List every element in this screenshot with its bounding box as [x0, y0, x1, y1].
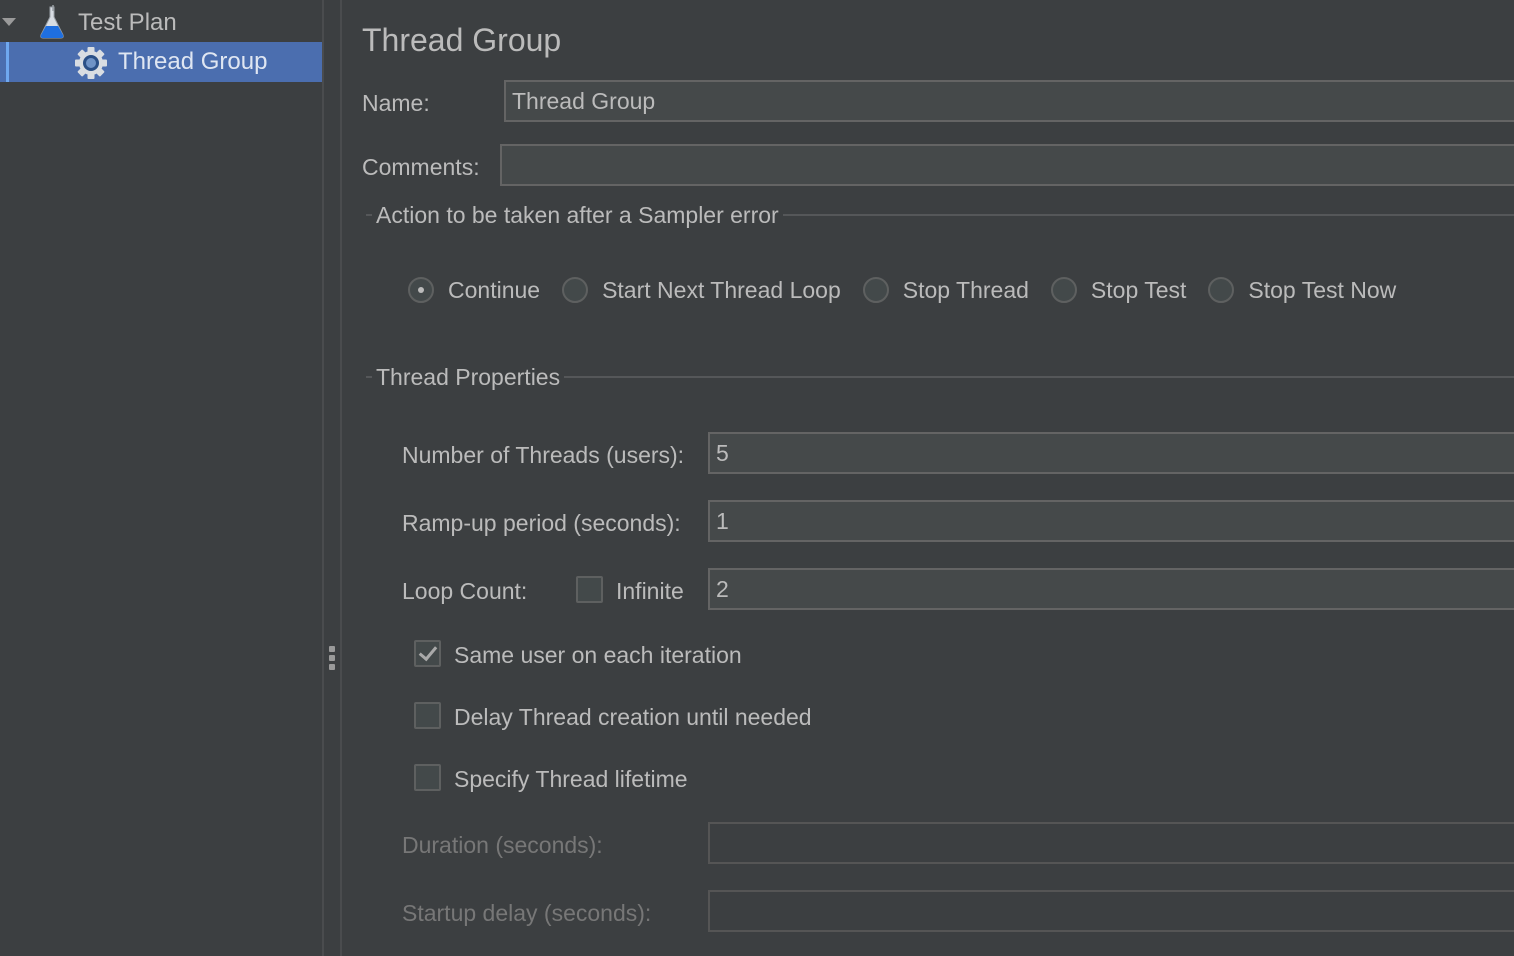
radio-button-icon[interactable]: [1050, 277, 1077, 303]
test-plan-tree: Test Plan Thread Group: [0, 0, 323, 956]
sampler-error-options: Continue Start Next Thread Loop Stop Thr…: [408, 272, 1418, 308]
expand-toggle-icon[interactable]: [2, 18, 16, 26]
num-threads-input[interactable]: [708, 432, 1514, 474]
delay-creation-checkbox[interactable]: [414, 702, 441, 729]
comments-input[interactable]: [500, 144, 1514, 186]
num-threads-label: Number of Threads (users):: [402, 442, 685, 468]
radio-button-icon[interactable]: [408, 277, 434, 303]
radio-button-icon[interactable]: [562, 277, 589, 303]
sampler-error-group-title: Action to be taken after a Sampler error: [372, 202, 783, 229]
radio-start-next-thread-loop[interactable]: Start Next Thread Loop: [562, 277, 841, 304]
specify-lifetime-label: Specify Thread lifetime: [454, 766, 688, 792]
radio-label: Stop Test: [1090, 276, 1187, 303]
infinite-label: Infinite: [616, 578, 684, 604]
same-user-checkbox[interactable]: [414, 640, 441, 667]
radio-stop-test[interactable]: Stop Test: [1050, 276, 1187, 304]
thread-properties-group-title: Thread Properties: [372, 364, 565, 391]
radio-button-icon[interactable]: [862, 277, 889, 303]
loop-count-input[interactable]: [708, 568, 1514, 610]
infinite-checkbox[interactable]: [576, 576, 603, 603]
splitter-handle[interactable]: [328, 646, 336, 676]
name-label: Name:: [362, 90, 430, 116]
gear-icon: [75, 47, 107, 79]
radio-continue[interactable]: Continue: [408, 277, 540, 304]
radio-label: Stop Test Now: [1248, 276, 1397, 303]
radio-stop-thread[interactable]: Stop Thread: [862, 276, 1029, 304]
tree-node-thread-group[interactable]: Thread Group: [0, 42, 322, 82]
tree-label-test-plan: Test Plan: [78, 9, 177, 36]
radio-stop-test-now[interactable]: Stop Test Now: [1208, 277, 1396, 304]
radio-button-icon[interactable]: [1208, 277, 1235, 303]
specify-lifetime-checkbox[interactable]: [414, 764, 441, 791]
ramp-up-label: Ramp-up period (seconds):: [402, 510, 681, 536]
delay-creation-label: Delay Thread creation until needed: [454, 704, 812, 730]
comments-label: Comments:: [362, 154, 480, 180]
radio-label: Stop Thread: [902, 276, 1029, 303]
same-user-label: Same user on each iteration: [454, 642, 742, 668]
flask-icon: [40, 5, 64, 39]
duration-label: Duration (seconds):: [402, 832, 603, 858]
startup-delay-input[interactable]: [708, 890, 1514, 932]
ramp-up-input[interactable]: [708, 500, 1514, 542]
duration-input[interactable]: [708, 822, 1514, 864]
thread-group-panel: Thread Group Name: Comments: Action to b…: [342, 0, 1514, 956]
tree-label-thread-group: Thread Group: [118, 48, 268, 75]
name-input[interactable]: [504, 80, 1514, 122]
tree-node-test-plan[interactable]: Test Plan: [0, 3, 322, 43]
startup-delay-label: Startup delay (seconds):: [402, 900, 652, 926]
panel-title: Thread Group: [362, 22, 562, 58]
loop-count-label: Loop Count:: [402, 578, 528, 604]
radio-label: Start Next Thread Loop: [602, 276, 841, 303]
radio-label: Continue: [448, 276, 541, 303]
splitter-border: [322, 0, 324, 956]
